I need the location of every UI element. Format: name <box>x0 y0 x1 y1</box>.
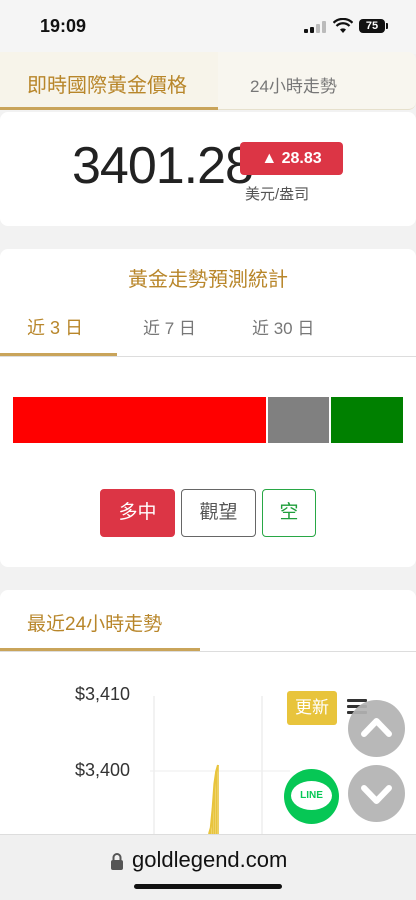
trend-chart <box>150 696 290 834</box>
wifi-icon <box>333 18 353 33</box>
battery-icon: 75 <box>359 19 388 33</box>
distribution-segment <box>268 397 329 443</box>
bull-button[interactable]: 多中 <box>100 489 175 537</box>
trend-title: 最近24小時走勢 <box>27 614 163 635</box>
stats-title: 黃金走勢預測統計 <box>128 269 288 291</box>
chevron-up-icon <box>361 718 392 737</box>
y-tick-label: $3,400 <box>75 760 131 780</box>
forecast-stats-card: 黃金走勢預測統計 近 3 日 近 7 日 近 30 日 多中 觀望 空 <box>0 249 416 567</box>
url-text: goldlegend.com <box>132 847 288 872</box>
tab-period-3d[interactable]: 近 3 日 <box>27 314 83 340</box>
line-logo-icon: LINE <box>291 781 332 810</box>
price-card: 3401.28 <box>0 112 416 226</box>
price-change-badge: ▲ 28.83 <box>240 142 343 175</box>
distribution-segment <box>13 397 267 443</box>
bear-button[interactable]: 空 <box>262 489 316 537</box>
cellular-signal-icon <box>304 21 326 33</box>
price-tabs: 即時國際黃金價格 24小時走勢 <box>0 52 416 110</box>
chevron-down-icon <box>361 785 392 804</box>
update-button[interactable]: 更新 <box>287 691 337 725</box>
browser-url-bar[interactable]: goldlegend.com <box>0 834 416 900</box>
divider <box>0 356 416 357</box>
price-unit: 美元/盎司 <box>245 186 310 203</box>
line-share-button[interactable]: LINE <box>284 769 339 824</box>
tab-period-30d[interactable]: 近 30 日 <box>252 314 314 339</box>
status-time: 19:09 <box>40 16 87 36</box>
y-tick-label: $3,410 <box>75 684 131 704</box>
scroll-down-button[interactable] <box>348 765 405 822</box>
neutral-button[interactable]: 觀望 <box>181 489 256 537</box>
tab-24h-trend[interactable]: 24小時走勢 <box>250 72 337 97</box>
home-indicator <box>134 884 282 889</box>
divider <box>0 651 416 652</box>
distribution-segment <box>330 397 403 443</box>
gold-price: 3401.28 <box>72 137 254 195</box>
lock-icon <box>111 853 123 870</box>
tab-period-7d[interactable]: 近 7 日 <box>143 314 196 339</box>
tab-live-price[interactable]: 即時國際黃金價格 <box>0 52 218 110</box>
tab-live-price-label: 即時國際黃金價格 <box>27 75 187 97</box>
scroll-up-button[interactable] <box>348 700 405 757</box>
status-bar: 19:09 75 <box>0 0 416 54</box>
